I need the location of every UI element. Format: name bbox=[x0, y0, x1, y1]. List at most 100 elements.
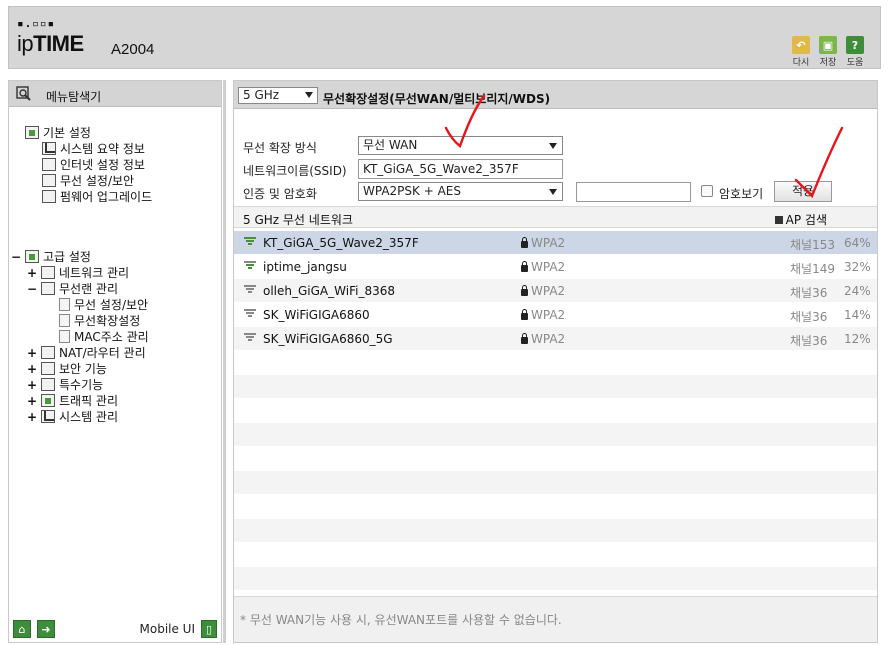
menu-internet-info[interactable]: 인터넷 설정 정보 bbox=[42, 157, 145, 172]
ap-search-button[interactable]: AP 검색 bbox=[774, 211, 827, 228]
refresh-icon bbox=[774, 215, 783, 224]
network-row[interactable]: iptime_jangsu WPA2 채널149 32% bbox=[234, 255, 877, 279]
form-row-ssid: 네트워크이름(SSID) KT_GiGA_5G_Wave2_357F bbox=[234, 157, 877, 179]
undo-label: 다시 bbox=[792, 58, 810, 68]
empty-row bbox=[234, 447, 877, 471]
menu-traffic[interactable]: + 트래픽 관리 bbox=[27, 393, 118, 409]
empty-row bbox=[234, 567, 877, 591]
mobile-icon: ▯ bbox=[201, 620, 217, 638]
panel-splitter[interactable] bbox=[223, 80, 226, 643]
menu-explorer-header: 메뉴탐색기 bbox=[9, 81, 221, 107]
network-security-label: WPA2 bbox=[531, 284, 566, 298]
network-security: WPA2 bbox=[521, 260, 565, 274]
menu-mac-address-label: MAC주소 관리 bbox=[74, 330, 149, 344]
menu-internet-info-label: 인터넷 설정 정보 bbox=[60, 158, 145, 172]
menu-nat-router[interactable]: + NAT/라우터 관리 bbox=[27, 345, 146, 361]
document-icon bbox=[59, 298, 70, 311]
chart-icon bbox=[41, 410, 55, 423]
empty-row bbox=[234, 495, 877, 519]
collapse-icon: − bbox=[11, 249, 22, 264]
band-select[interactable]: 5 GHz bbox=[238, 87, 318, 104]
mode-select-value: 무선 WAN bbox=[363, 138, 418, 152]
expand-icon: + bbox=[27, 345, 38, 360]
network-signal: 24% bbox=[844, 284, 871, 298]
help-button[interactable]: ? 도움 bbox=[844, 36, 866, 68]
band-select-value: 5 GHz bbox=[243, 88, 280, 102]
show-password-checkbox[interactable] bbox=[701, 185, 713, 197]
network-channel: 채널36 bbox=[790, 286, 828, 300]
logo: ipTIME bbox=[17, 31, 84, 57]
network-ssid: KT_GiGA_5G_Wave2_357F bbox=[263, 236, 419, 250]
logo-time: TIME bbox=[33, 31, 84, 56]
ssid-label: 네트워크이름(SSID) bbox=[243, 164, 347, 178]
network-ssid: SK_WiFiGIGA6860 bbox=[263, 308, 370, 322]
undo-icon: ↶ bbox=[792, 36, 810, 54]
wifi-signal-icon bbox=[244, 309, 256, 321]
collapse-icon: − bbox=[27, 281, 38, 296]
content-panel: 5 GHz 무선확장설정(무선WAN/멀티브리지/WDS) 무선 확장 방식 무… bbox=[233, 80, 878, 643]
wifi-signal-icon bbox=[244, 237, 256, 249]
traffic-icon bbox=[41, 394, 55, 407]
network-row[interactable]: KT_GiGA_5G_Wave2_357F WPA2 채널153 64% bbox=[234, 231, 877, 255]
network-list: KT_GiGA_5G_Wave2_357F WPA2 채널153 64% ipt… bbox=[234, 231, 877, 645]
menu-basic-settings[interactable]: 기본 설정 bbox=[25, 125, 91, 140]
menu-system-summary-label: 시스템 요약 정보 bbox=[60, 142, 145, 156]
router-icon bbox=[41, 346, 55, 359]
menu-wireless-security-basic[interactable]: 무선 설정/보안 bbox=[42, 173, 134, 188]
save-button[interactable]: ▣ 저장 bbox=[817, 36, 839, 68]
network-ssid: olleh_GiGA_WiFi_8368 bbox=[263, 284, 395, 298]
menu-firmware-upgrade[interactable]: 펌웨어 업그레이드 bbox=[42, 189, 152, 204]
chevron-down-icon bbox=[549, 189, 557, 195]
network-channel: 채널149 bbox=[790, 262, 835, 276]
menu-advanced-settings[interactable]: − 고급 설정 bbox=[11, 249, 91, 265]
search-icon bbox=[16, 86, 32, 102]
wifi-signal-icon bbox=[244, 285, 256, 297]
empty-row bbox=[234, 399, 877, 423]
network-row[interactable]: SK_WiFiGIGA6860 WPA2 채널36 14% bbox=[234, 303, 877, 327]
ssid-input[interactable]: KT_GiGA_5G_Wave2_357F bbox=[358, 159, 563, 179]
undo-button[interactable]: ↶ 다시 bbox=[790, 36, 812, 68]
menu-system-summary[interactable]: 시스템 요약 정보 bbox=[42, 141, 145, 156]
empty-row bbox=[234, 351, 877, 375]
menu-mac-address[interactable]: MAC주소 관리 bbox=[59, 329, 149, 344]
folder-icon bbox=[25, 126, 39, 139]
menu-explorer-title: 메뉴탐색기 bbox=[46, 90, 102, 104]
menu-wireless-extension-label: 무선확장설정 bbox=[74, 314, 141, 328]
expand-icon: + bbox=[27, 393, 38, 408]
menu-wireless-security[interactable]: 무선 설정/보안 bbox=[59, 297, 148, 312]
network-security: WPA2 bbox=[521, 236, 565, 250]
logout-icon[interactable]: ➜ bbox=[37, 620, 55, 638]
router-admin-page: ▪.▫▫▪ ipTIME A2004 ↶ 다시 ▣ 저장 ? 도움 메뉴탐색기 bbox=[0, 0, 891, 645]
menu-advanced-settings-label: 고급 설정 bbox=[43, 250, 91, 264]
mobile-ui-link[interactable]: Mobile UI ▯ bbox=[140, 620, 217, 638]
menu-network-management[interactable]: + 네트워크 관리 bbox=[27, 265, 129, 281]
expand-icon: + bbox=[27, 361, 38, 376]
network-security: WPA2 bbox=[521, 284, 565, 298]
save-icon: ▣ bbox=[819, 36, 837, 54]
menu-basic-settings-label: 기본 설정 bbox=[43, 126, 91, 140]
expand-icon: + bbox=[27, 409, 38, 424]
network-row[interactable]: olleh_GiGA_WiFi_8368 WPA2 채널36 24% bbox=[234, 279, 877, 303]
empty-row bbox=[234, 471, 877, 495]
folder-icon bbox=[25, 250, 39, 263]
mode-select[interactable]: 무선 WAN bbox=[358, 136, 563, 155]
network-channel: 채널153 bbox=[790, 238, 835, 252]
network-row[interactable]: SK_WiFiGIGA6860_5G WPA2 채널36 12% bbox=[234, 327, 877, 351]
password-input[interactable] bbox=[576, 182, 691, 202]
footer-note: * 무선 WAN기능 사용 시, 유선WAN포트를 사용할 수 없습니다. bbox=[234, 596, 877, 642]
empty-row bbox=[234, 375, 877, 399]
menu-special-functions[interactable]: + 특수기능 bbox=[27, 377, 103, 393]
menu-system-management[interactable]: + 시스템 관리 bbox=[27, 409, 118, 425]
network-security-label: WPA2 bbox=[531, 308, 566, 322]
logo-dots: ▪.▫▫▪ bbox=[17, 17, 56, 30]
network-channel: 채널36 bbox=[790, 310, 828, 324]
apply-button[interactable]: 적용 bbox=[774, 181, 832, 202]
menu-wireless-extension[interactable]: 무선확장설정 bbox=[59, 313, 140, 328]
auth-select[interactable]: WPA2PSK + AES bbox=[358, 182, 563, 201]
menu-wireless-management[interactable]: − 무선랜 관리 bbox=[27, 281, 118, 297]
menu-security[interactable]: + 보안 기능 bbox=[27, 361, 107, 377]
lock-icon bbox=[521, 260, 528, 272]
home-icon[interactable]: ⌂ bbox=[13, 620, 31, 638]
network-icon bbox=[41, 266, 55, 279]
upgrade-icon bbox=[42, 190, 56, 203]
